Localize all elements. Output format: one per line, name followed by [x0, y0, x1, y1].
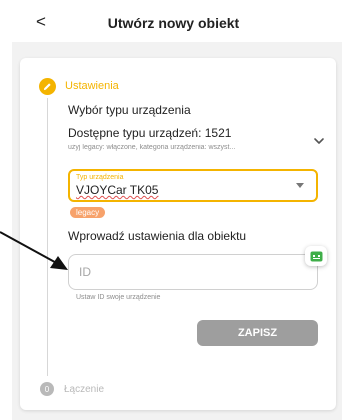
device-type-select-label: Typ urządzenia [76, 174, 124, 181]
id-helper-text: Ustaw ID swoje urządzenie [76, 294, 161, 301]
stepper-line [47, 98, 48, 376]
save-button[interactable]: ZAPISZ [197, 320, 318, 346]
step-settings-label[interactable]: Ustawienia [65, 80, 119, 92]
device-filter-summary: użyj legacy: włączone, kategoria urządze… [68, 144, 236, 151]
device-type-select[interactable]: Typ urządzenia VJOYCar TK05 [68, 169, 318, 202]
page-title: Utwórz nowy obiekt [107, 15, 240, 31]
caret-down-icon [296, 183, 304, 188]
device-type-select-value: VJOYCar TK05 [76, 183, 159, 197]
screen-icon [310, 251, 322, 261]
pencil-icon [43, 83, 51, 91]
device-type-section-title: Wybór typu urządzenia [68, 103, 191, 117]
legacy-badge: legacy [70, 207, 106, 218]
id-input[interactable] [79, 265, 279, 279]
settings-section-title: Wprowadź ustawienia dla obiektu [68, 229, 247, 243]
id-field[interactable] [68, 254, 318, 290]
app-header: < Utwórz nowy obiekt [0, 0, 347, 44]
chevron-down-icon[interactable] [312, 134, 326, 148]
step-settings-icon [39, 78, 56, 95]
device-type-info[interactable]: Dostępne typu urządzeń: 1521 użyj legacy… [68, 126, 326, 160]
available-device-types: Dostępne typu urządzeń: 1521 [68, 126, 232, 140]
step-connection-icon: 0 [40, 382, 54, 396]
helper-widget-button[interactable] [305, 246, 327, 266]
step-connection-label[interactable]: Łączenie [64, 384, 104, 395]
